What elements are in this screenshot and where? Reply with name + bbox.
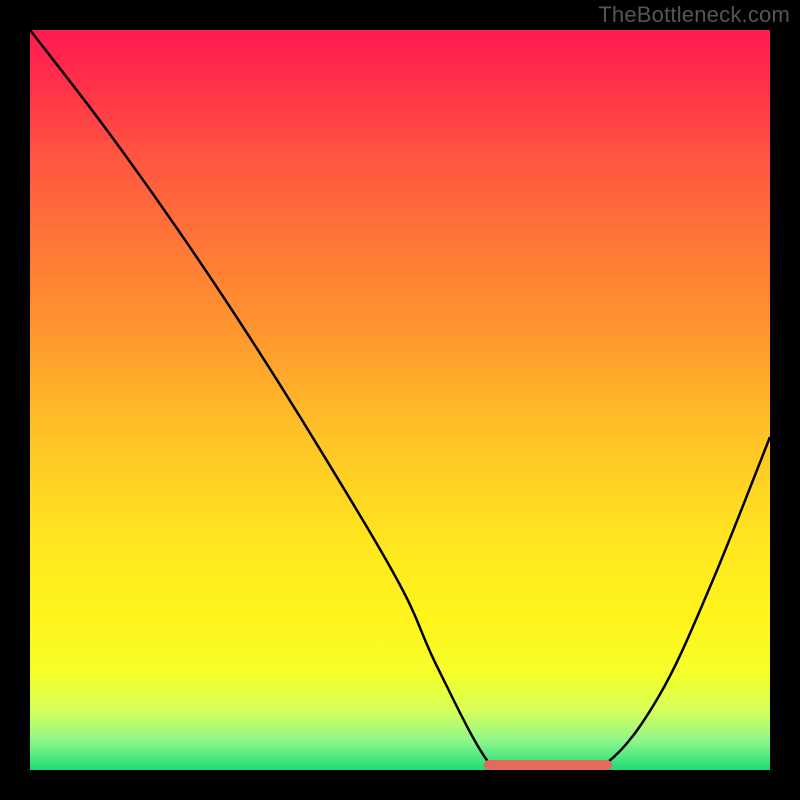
watermark-text: TheBottleneck.com — [598, 2, 790, 28]
chart-plot-area — [30, 30, 770, 770]
bottleneck-curve-svg — [30, 30, 770, 770]
curve-path — [30, 30, 770, 770]
